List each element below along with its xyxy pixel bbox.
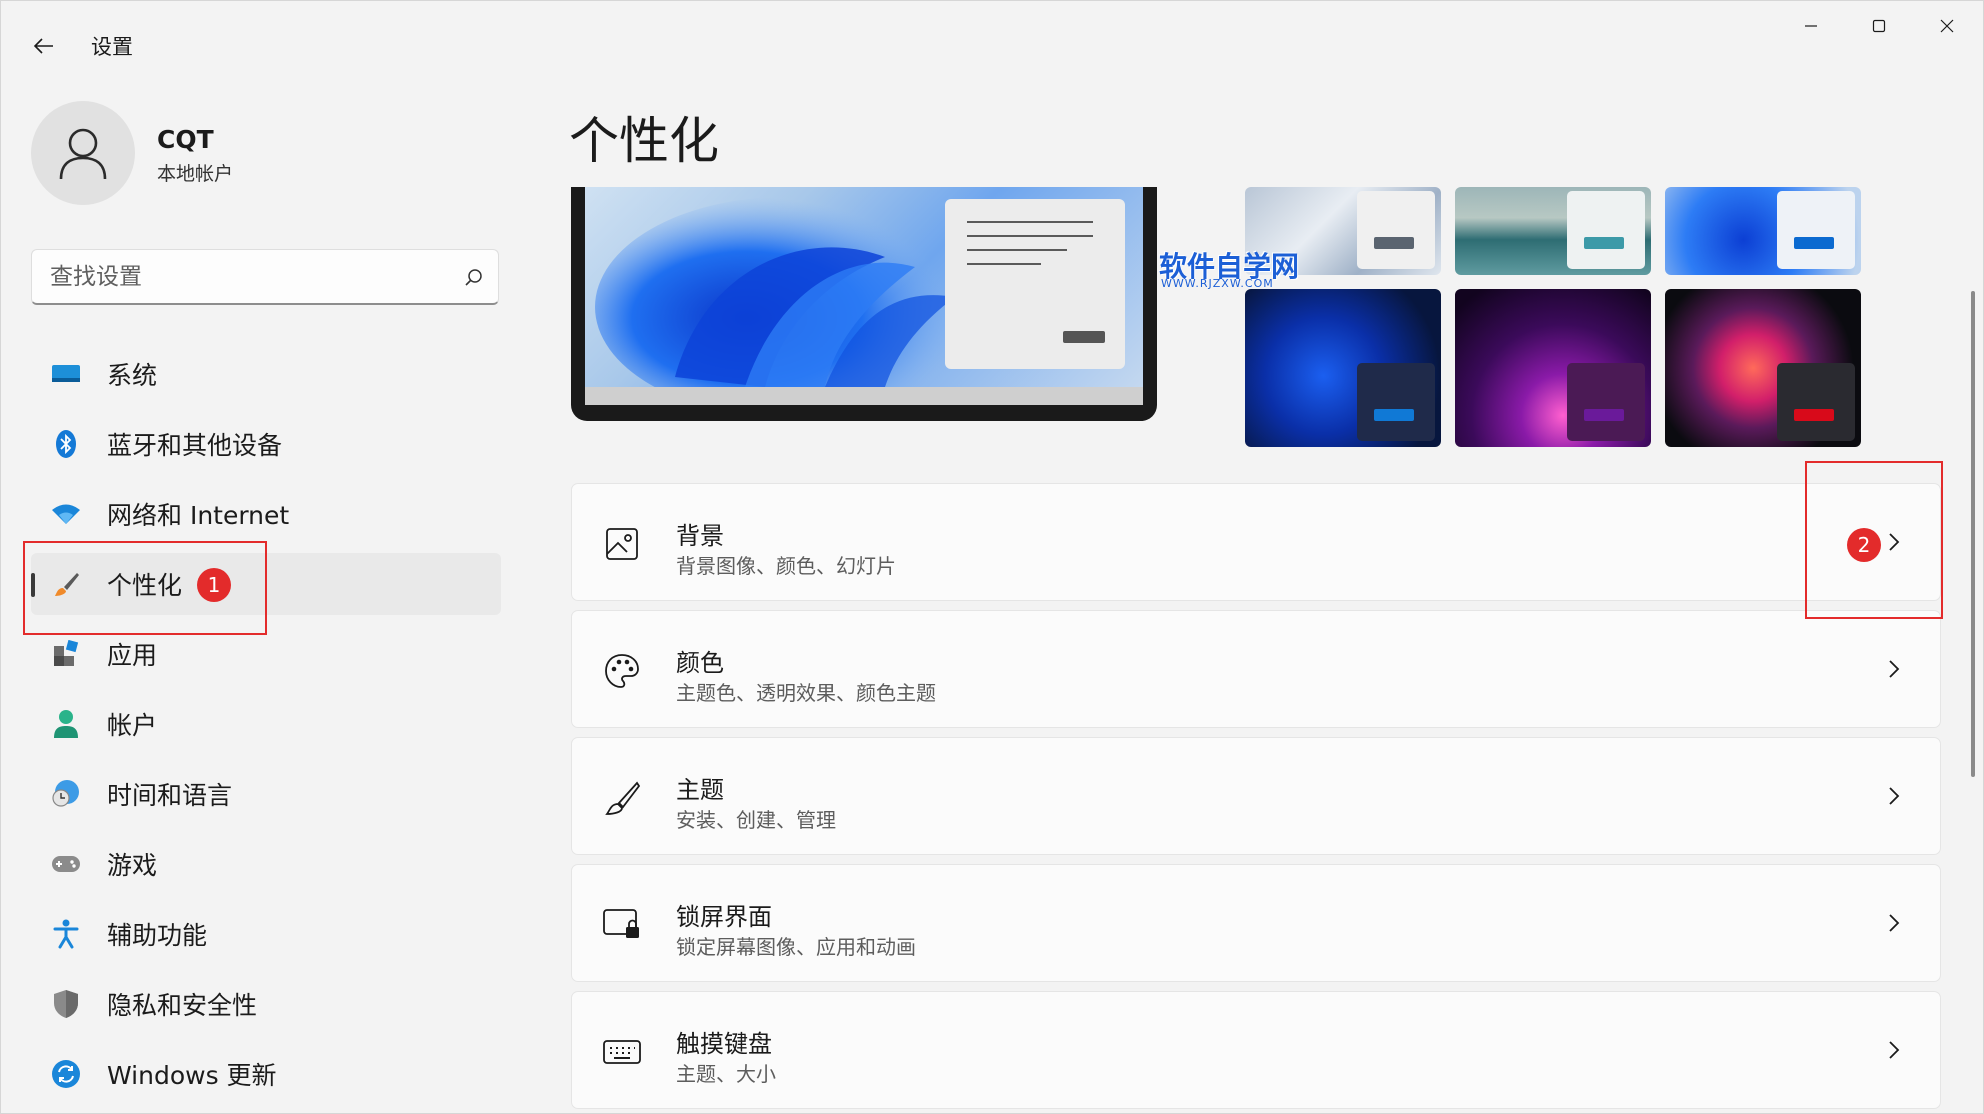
sidebar-item-windows-update[interactable]: Windows 更新 bbox=[31, 1043, 501, 1105]
search-icon[interactable] bbox=[450, 253, 498, 301]
keyboard-icon bbox=[600, 1030, 644, 1074]
bluetooth-icon bbox=[49, 427, 83, 461]
card-lock-screen[interactable]: 锁屏界面 锁定屏幕图像、应用和动画 bbox=[571, 864, 1941, 982]
chevron-right-icon bbox=[1878, 653, 1910, 685]
preview-taskbar bbox=[585, 387, 1143, 405]
card-colors[interactable]: 颜色 主题色、透明效果、颜色主题 bbox=[571, 610, 1941, 728]
avatar bbox=[31, 101, 135, 205]
close-icon bbox=[1940, 19, 1954, 33]
theme-thumbnail[interactable] bbox=[1455, 187, 1651, 275]
sidebar-item-gaming[interactable]: 游戏 bbox=[31, 833, 501, 895]
back-button[interactable] bbox=[23, 25, 65, 67]
sidebar-item-privacy[interactable]: 隐私和安全性 bbox=[31, 973, 501, 1035]
theme-thumbnail[interactable] bbox=[1665, 289, 1861, 447]
card-themes[interactable]: 主题 安装、创建、管理 bbox=[571, 737, 1941, 855]
theme-thumbnail[interactable] bbox=[1455, 289, 1651, 447]
theme-thumbnail[interactable] bbox=[1665, 187, 1861, 275]
sidebar-nav: 系统 蓝牙和其他设备 网络和 Internet 个性化 应用 帐户 时间和语言 … bbox=[31, 343, 501, 1113]
back-arrow-icon bbox=[33, 38, 53, 54]
sidebar-item-network[interactable]: 网络和 Internet bbox=[31, 483, 501, 545]
gamepad-icon bbox=[49, 847, 83, 881]
sidebar-item-time-language[interactable]: 时间和语言 bbox=[31, 763, 501, 825]
annotation-badge-2: 2 bbox=[1847, 528, 1881, 562]
minimize-button[interactable] bbox=[1777, 1, 1845, 51]
minimize-icon bbox=[1805, 25, 1817, 27]
sidebar-item-system[interactable]: 系统 bbox=[31, 343, 501, 405]
brush-icon bbox=[600, 776, 644, 820]
settings-window: 设置 CQT 本地帐户 查找设置 系统 蓝牙和其他设备 网络和 Internet… bbox=[0, 0, 1984, 1114]
search-box bbox=[31, 249, 499, 305]
time-language-icon bbox=[49, 777, 83, 811]
sidebar-item-accounts[interactable]: 帐户 bbox=[31, 693, 501, 755]
accessibility-icon bbox=[49, 917, 83, 951]
card-background[interactable]: 背景 背景图像、颜色、幻灯片 bbox=[571, 483, 1941, 601]
image-icon bbox=[600, 522, 644, 566]
sidebar-item-personalization[interactable]: 个性化 bbox=[31, 553, 501, 615]
sidebar-item-bluetooth[interactable]: 蓝牙和其他设备 bbox=[31, 413, 501, 475]
search-input[interactable] bbox=[32, 263, 450, 290]
update-icon bbox=[49, 1057, 83, 1091]
annotation-badge-1: 1 bbox=[197, 568, 231, 602]
scrollbar[interactable] bbox=[1971, 291, 1975, 777]
chevron-right-icon bbox=[1878, 780, 1910, 812]
sidebar-item-accessibility[interactable]: 辅助功能 bbox=[31, 903, 501, 965]
profile-account-type: 本地帐户 bbox=[157, 163, 234, 185]
page-title: 个性化 bbox=[569, 112, 719, 170]
wifi-icon bbox=[49, 497, 83, 531]
preview-window bbox=[945, 199, 1125, 369]
user-profile[interactable]: CQT 本地帐户 bbox=[31, 101, 511, 211]
theme-thumbnail[interactable] bbox=[1245, 289, 1441, 447]
sidebar-item-apps[interactable]: 应用 bbox=[31, 623, 501, 685]
palette-icon bbox=[600, 649, 644, 693]
chevron-right-icon bbox=[1878, 1034, 1910, 1066]
app-title: 设置 bbox=[91, 35, 133, 59]
maximize-button[interactable] bbox=[1845, 1, 1913, 51]
brush-icon bbox=[49, 567, 83, 601]
shield-icon bbox=[49, 987, 83, 1021]
close-button[interactable] bbox=[1913, 1, 1981, 51]
apps-icon bbox=[49, 637, 83, 671]
card-touch-keyboard[interactable]: 触摸键盘 主题、大小 bbox=[571, 991, 1941, 1109]
account-icon bbox=[49, 707, 83, 741]
watermark-url: WWW.RJZXW.COM bbox=[1161, 277, 1274, 290]
chevron-right-icon bbox=[1878, 907, 1910, 939]
title-bar: 设置 bbox=[1, 1, 1983, 89]
maximize-icon bbox=[1872, 19, 1886, 33]
profile-name: CQT bbox=[157, 125, 214, 154]
system-icon bbox=[49, 357, 83, 391]
user-icon bbox=[59, 128, 107, 180]
lock-screen-icon bbox=[600, 903, 644, 947]
chevron-right-icon bbox=[1878, 526, 1910, 558]
